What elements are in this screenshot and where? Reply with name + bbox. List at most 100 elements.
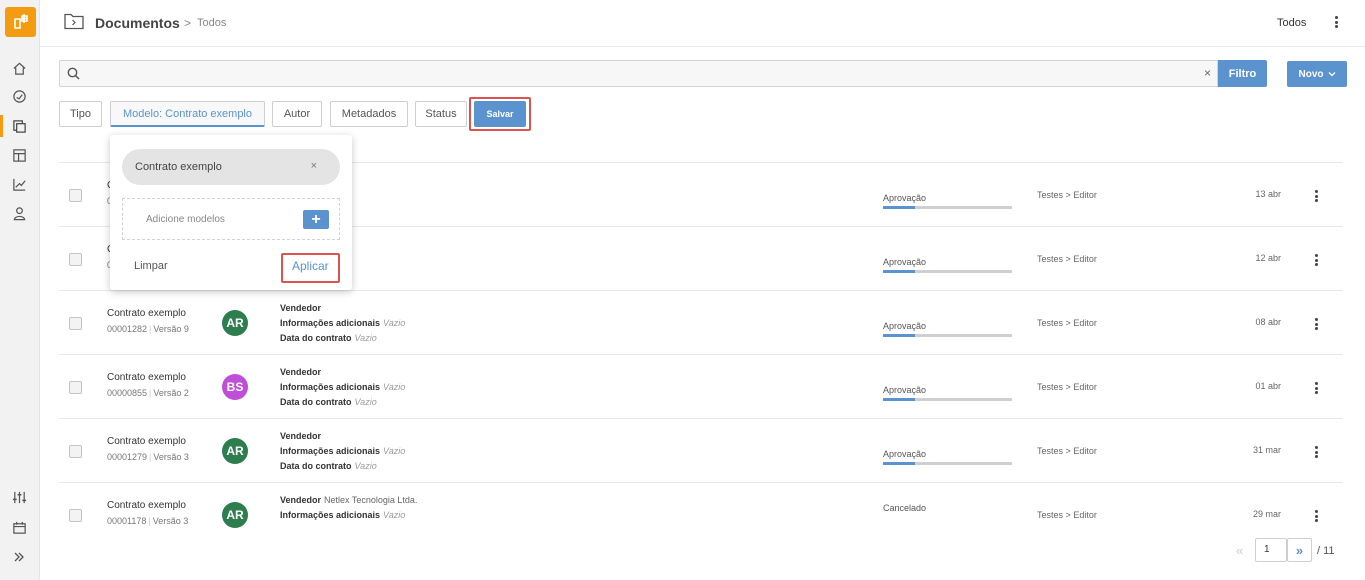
workflow-step: Editor <box>1073 254 1097 264</box>
metadata-date: Data do contrato Vazio <box>280 333 377 343</box>
row-checkbox[interactable] <box>69 445 82 458</box>
header-more-icon[interactable] <box>1330 15 1342 29</box>
document-meta: 00001279 | Versão 3 <box>107 452 189 462</box>
status-label: Aprovação <box>883 449 927 459</box>
row-more-icon[interactable] <box>1310 509 1322 523</box>
status-progress-bar <box>883 462 1012 465</box>
chevron-right-icon: > <box>1065 254 1071 264</box>
row-checkbox[interactable] <box>69 381 82 394</box>
document-number: 00001178 <box>107 516 147 526</box>
row-more-icon[interactable] <box>1310 253 1322 267</box>
search-input[interactable] <box>86 64 1196 83</box>
model-filter-popup: Contrato exemplo × Adicione modelos + Li… <box>110 135 352 290</box>
workflow-step: Testes <box>1037 510 1064 520</box>
row-more-icon[interactable] <box>1310 317 1322 331</box>
templates-icon[interactable] <box>10 146 28 164</box>
sidebar-active-indicator <box>0 115 3 137</box>
workflow-step: Editor <box>1073 382 1097 392</box>
new-button-label: Novo <box>1298 68 1324 80</box>
workflow-path: Testes > Editor <box>1037 254 1097 264</box>
documents-icon[interactable] <box>10 117 28 135</box>
metadata-label: Vendedor <box>280 431 322 441</box>
filter-chip-metadados[interactable]: Metadados <box>330 101 408 127</box>
document-meta: 00001178 | Versão 3 <box>107 516 189 526</box>
metadata-info: Informações adicionais Vazio <box>280 382 405 392</box>
calendar-icon[interactable] <box>10 518 28 536</box>
table-row[interactable]: Contrato exemplo 00000855 | Versão 2 BS Vende… <box>59 354 1343 418</box>
settings-sliders-icon[interactable] <box>10 488 28 506</box>
reports-icon[interactable] <box>10 175 28 193</box>
clear-button[interactable]: Limpar <box>134 260 168 272</box>
row-more-icon[interactable] <box>1310 189 1322 203</box>
workflow-step: Testes <box>1037 318 1064 328</box>
breadcrumb[interactable]: Todos <box>197 17 226 29</box>
row-checkbox[interactable] <box>69 189 82 202</box>
document-date: 12 abr <box>1255 253 1281 263</box>
document-number: 00001282 <box>107 324 148 334</box>
filter-button[interactable]: Filtro <box>1218 60 1267 87</box>
pagination-next[interactable]: » <box>1287 538 1312 562</box>
pagination-total: / 11 <box>1317 545 1335 557</box>
metadata-vendedor: Vendedor <box>280 303 321 313</box>
chevron-down-icon <box>1328 72 1335 77</box>
user-icon[interactable] <box>10 204 28 222</box>
status-label: Cancelado <box>883 503 927 513</box>
row-more-icon[interactable] <box>1310 445 1322 459</box>
chevron-right-icon: > <box>1065 190 1071 200</box>
document-name[interactable]: Contrato exemplo <box>107 372 186 383</box>
table-row[interactable]: Contrato exemplo 00001282 | Versão 9 AR Vende… <box>59 290 1343 354</box>
page-title: Documentos <box>95 15 180 31</box>
document-date: 13 abr <box>1255 189 1281 199</box>
workflow-step: Testes <box>1037 190 1064 200</box>
metadata-label: Data do contrato <box>280 333 352 343</box>
save-button[interactable]: Salvar <box>474 101 526 127</box>
logo-icon <box>13 14 28 29</box>
home-icon[interactable] <box>10 59 28 77</box>
document-name[interactable]: Contrato exemplo <box>107 436 186 447</box>
expand-sidebar-icon[interactable] <box>10 548 28 566</box>
metadata-value: Vazio <box>383 446 406 456</box>
apply-button[interactable]: Aplicar <box>292 259 329 273</box>
row-more-icon[interactable] <box>1310 381 1322 395</box>
add-model-button[interactable]: + <box>303 210 329 229</box>
pagination-prev[interactable]: « <box>1236 543 1243 558</box>
dashboard-icon[interactable] <box>10 87 28 105</box>
view-selector[interactable]: Todos <box>1277 17 1306 29</box>
row-checkbox[interactable] <box>69 509 82 522</box>
table-row[interactable]: Contrato exemplo 00001279 | Versão 3 AR Vende… <box>59 418 1343 482</box>
workflow-step: Testes <box>1037 254 1064 264</box>
filter-chip-autor[interactable]: Autor <box>272 101 322 127</box>
document-name[interactable]: Contrato exemplo <box>107 308 186 319</box>
clear-search-icon[interactable]: × <box>1204 66 1211 80</box>
row-checkbox[interactable] <box>69 253 82 266</box>
filter-chip-status[interactable]: Status <box>415 101 467 127</box>
workflow-path: Testes > Editor <box>1037 190 1097 200</box>
selected-model-chip[interactable]: Contrato exemplo × <box>122 149 340 185</box>
workflow-path: Testes > Editor <box>1037 446 1097 456</box>
chevron-right-icon: > <box>1065 382 1071 392</box>
row-checkbox[interactable] <box>69 317 82 330</box>
document-number: 00001279 <box>107 452 148 462</box>
document-date: 08 abr <box>1255 317 1281 327</box>
page-number-input[interactable]: 1 <box>1255 538 1287 562</box>
metadata-value: Vazio <box>383 382 406 392</box>
document-date: 31 mar <box>1252 445 1281 455</box>
metadata-label: Informações adicionais <box>280 446 381 456</box>
filter-chip-modelo[interactable]: Modelo: Contrato exemplo <box>110 101 265 127</box>
new-button[interactable]: Novo <box>1287 61 1347 87</box>
workflow-step: Editor <box>1073 318 1097 328</box>
workflow-step: Editor <box>1073 510 1097 520</box>
metadata-date: Data do contrato Vazio <box>280 397 377 407</box>
app-logo[interactable] <box>5 7 36 37</box>
document-name[interactable]: Contrato exemplo <box>107 500 186 511</box>
table-row[interactable]: Contrato exemplo 00001178 | Versão 3 AR Vende… <box>59 482 1343 546</box>
workflow-step: Editor <box>1073 190 1097 200</box>
add-model-label: Adicione modelos <box>146 214 225 225</box>
status-progress-bar <box>883 334 1012 337</box>
metadata-value: Vazio <box>383 318 406 328</box>
remove-model-icon[interactable]: × <box>311 160 317 172</box>
progress-fill <box>883 398 916 401</box>
progress-fill <box>883 462 916 465</box>
workflow-step: Testes <box>1037 446 1064 456</box>
filter-chip-tipo[interactable]: Tipo <box>59 101 102 127</box>
